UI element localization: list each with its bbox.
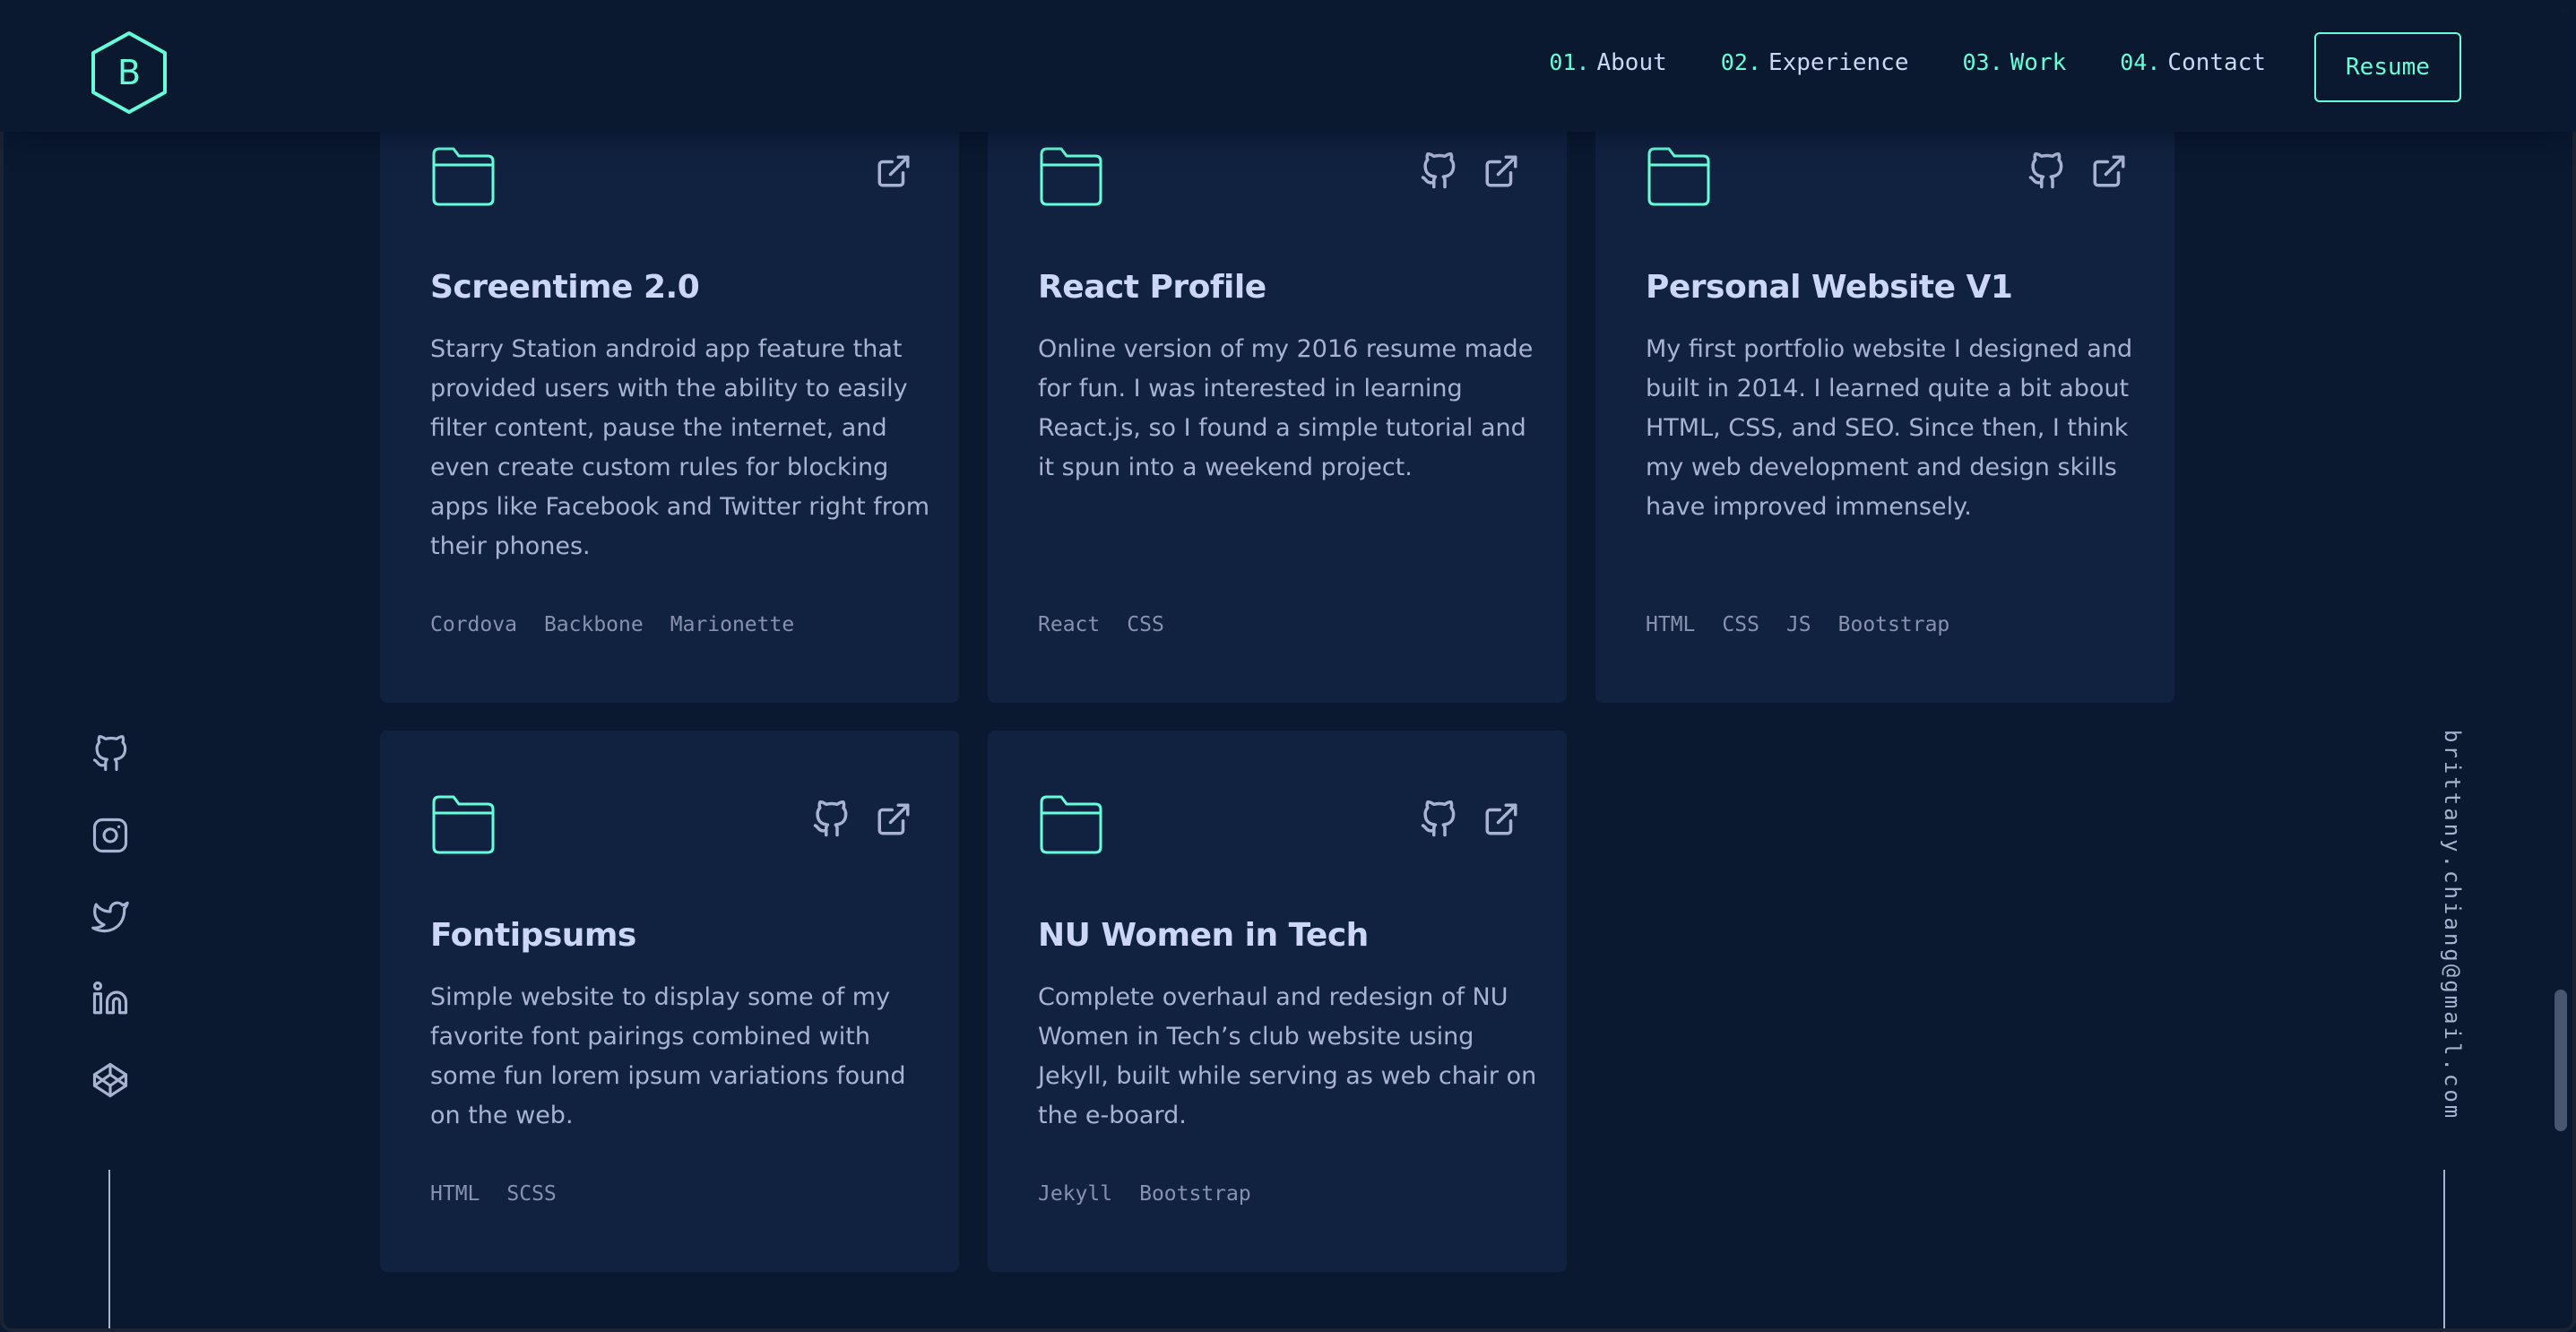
project-tags: HTML SCSS — [430, 1182, 557, 1206]
external-link-icon[interactable] — [1482, 152, 1520, 190]
tag: CSS — [1722, 613, 1759, 636]
tag: React — [1038, 613, 1101, 636]
github-icon[interactable] — [812, 800, 850, 838]
project-title[interactable]: Screentime 2.0 — [430, 269, 700, 306]
project-description: Starry Station android app feature that … — [430, 335, 930, 560]
instagram-icon[interactable] — [91, 817, 129, 854]
tag: HTML — [1646, 613, 1696, 636]
project-card[interactable]: React Profile Online version of my 2016 … — [988, 108, 1567, 703]
folder-icon — [1040, 147, 1102, 206]
scrollbar-thumb[interactable] — [2554, 990, 2567, 1131]
site-header: B 01. About 02. Experience 03. Work 04. Cont… — [0, 0, 2576, 132]
project-description: Complete overhaul and redesign of NU Wom… — [1038, 983, 1537, 1129]
external-link-icon[interactable] — [875, 152, 912, 190]
github-icon[interactable] — [1420, 152, 1457, 190]
project-links — [2027, 152, 2128, 190]
project-tags: Jekyll Bootstrap — [1038, 1182, 1251, 1206]
nav-experience[interactable]: 02. Experience — [1721, 49, 1909, 76]
resume-button[interactable]: Resume — [2314, 32, 2461, 102]
email-link[interactable]: brittany.chiang@gmail.com — [2420, 728, 2465, 1122]
project-description: My first portfolio website I designed an… — [1646, 335, 2133, 521]
project-tags: HTML CSS JS Bootstrap — [1646, 613, 1949, 636]
nav-work[interactable]: 03. Work — [1962, 49, 2066, 76]
folder-icon — [1040, 795, 1102, 854]
codepen-icon[interactable] — [91, 1061, 129, 1099]
github-icon[interactable] — [1420, 800, 1457, 838]
github-icon[interactable] — [2027, 152, 2065, 190]
tag: Backbone — [543, 613, 644, 636]
project-links — [1420, 152, 1520, 190]
project-title[interactable]: Personal Website V1 — [1646, 269, 2013, 306]
project-title[interactable]: Fontipsums — [430, 917, 636, 954]
nav-label: Work — [2010, 49, 2067, 76]
tag: JS — [1785, 613, 1811, 636]
twitter-icon[interactable] — [91, 898, 129, 936]
project-card[interactable]: Fontipsums Simple website to display som… — [380, 731, 959, 1272]
tag: Bootstrap — [1837, 613, 1950, 636]
nav-label: About — [1596, 49, 1667, 76]
project-description: Simple website to display some of my fav… — [430, 983, 906, 1129]
external-link-icon[interactable] — [1482, 800, 1520, 838]
github-icon[interactable] — [91, 735, 129, 773]
tag: Jekyll — [1038, 1182, 1113, 1206]
project-card[interactable]: Personal Website V1 My first portfolio w… — [1595, 108, 2174, 703]
logo-letter: B — [117, 53, 142, 92]
nav-number: 02. — [1720, 49, 1761, 75]
email-divider-line — [2443, 1170, 2445, 1332]
external-link-icon[interactable] — [2090, 152, 2128, 190]
project-card[interactable]: Screentime 2.0 Starry Station android ap… — [380, 108, 959, 703]
main-nav: 01. About 02. Experience 03. Work 04. Contac… — [1549, 49, 2266, 76]
social-divider-line — [108, 1170, 110, 1332]
folder-icon — [432, 795, 495, 854]
nav-label: Contact — [2167, 49, 2266, 76]
nav-number: 04. — [2120, 49, 2161, 75]
project-links — [1420, 800, 1520, 838]
tag: CSS — [1127, 613, 1164, 636]
tag: Bootstrap — [1139, 1182, 1251, 1206]
tag: Cordova — [430, 613, 517, 636]
nav-label: Experience — [1768, 49, 1909, 76]
folder-icon — [1647, 147, 1710, 206]
nav-number: 01. — [1549, 49, 1590, 75]
nav-about[interactable]: 01. About — [1549, 49, 1666, 76]
scrollbar-track[interactable] — [2553, 0, 2576, 1332]
tag: SCSS — [506, 1182, 557, 1206]
project-links — [875, 152, 912, 190]
project-title[interactable]: React Profile — [1038, 269, 1266, 306]
linkedin-icon[interactable] — [91, 980, 129, 1017]
project-description: Online version of my 2016 resume made fo… — [1038, 335, 1534, 481]
project-tags: React CSS — [1038, 613, 1164, 636]
folder-icon — [432, 147, 495, 206]
project-card[interactable]: NU Women in Tech Complete overhaul and r… — [988, 731, 1567, 1272]
logo[interactable]: B — [90, 30, 169, 116]
nav-contact[interactable]: 04. Contact — [2120, 49, 2266, 76]
external-link-icon[interactable] — [875, 800, 912, 838]
tag: Marionette — [670, 613, 795, 636]
project-links — [812, 800, 912, 838]
portfolio-page: Screentime 2.0 Starry Station android ap… — [0, 0, 2576, 1332]
project-tags: Cordova Backbone Marionette — [430, 613, 794, 636]
social-links — [88, 735, 133, 1099]
tag: HTML — [430, 1182, 480, 1206]
project-title[interactable]: NU Women in Tech — [1038, 917, 1369, 954]
nav-number: 03. — [1962, 49, 2003, 75]
